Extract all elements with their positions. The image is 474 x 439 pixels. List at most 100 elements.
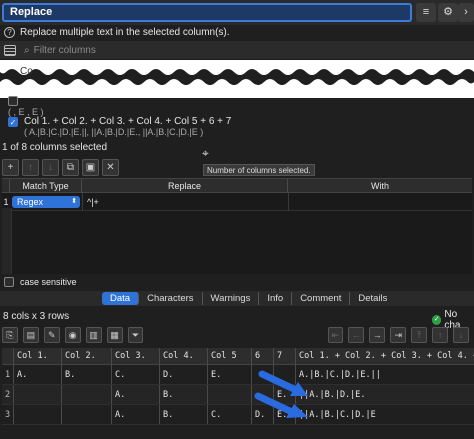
column-header[interactable]: Col 1. + Col 2. + Col 3. + Col 4. + Col … [296,348,474,364]
table-cell[interactable] [14,385,62,404]
paste-icon[interactable]: ▣ [82,158,99,176]
row-number: 2 [2,385,14,404]
column-header[interactable]: Col 5 [208,348,252,364]
tab-comment[interactable]: Comment [292,292,351,305]
selection-count-text: 1 of 8 columns selected [2,142,108,153]
table-row[interactable]: 2 A. B. E. ||A.|B.|D.|E. [2,385,474,405]
top-icon[interactable]: ⤒ [411,327,428,343]
table-cell[interactable] [208,385,252,404]
settings-button[interactable]: ⚙ [438,3,458,22]
tab-data[interactable]: Data [102,292,140,305]
table-cell[interactable] [62,385,112,404]
tab-characters[interactable]: Characters [139,292,203,305]
table-row[interactable]: 1 Regex ⬍ ^|+ [2,192,472,211]
table-size-text: 8 cols x 3 rows [3,310,70,322]
tab-info[interactable]: Info [259,292,293,305]
replace-header[interactable]: Replace [82,178,288,193]
case-sensitive-checkbox[interactable] [4,277,14,287]
delete-icon[interactable]: ✕ [102,158,119,176]
move-up-icon[interactable]: ↑ [22,158,39,176]
table-cell[interactable] [14,405,62,424]
column-checkbox-checked[interactable]: ✓ [8,116,18,127]
copy-icon[interactable]: ⎘ [2,327,18,343]
row-num-header [2,348,14,364]
data-grid-header: Col 1. Col 2. Col 3. Col 4. Col 5 6 7 Co… [2,348,474,365]
table-cell[interactable]: D. [160,365,208,384]
edit-icon[interactable]: ✎ [43,327,60,343]
table-cell[interactable]: A. [14,365,62,384]
up-icon[interactable]: ↑ [432,327,449,343]
down-icon[interactable]: ↓ [453,327,469,343]
with-input[interactable] [288,192,472,211]
table-row[interactable]: 1 A. B. C. D. E. A.|B.|C.|D.|E.|| [2,365,474,385]
column-label: Col 1. + Col 2. + Col 3. + Col 4. + Col … [24,116,232,127]
description-row: ? Replace multiple text in the selected … [0,24,474,40]
columns-icon[interactable]: ▥ [85,327,102,343]
eye-icon[interactable]: ◉ [64,327,81,343]
column-sub-label: ( A.|B.|C.|D.|E.||, ||A.|B.|D.|E., ||A.|… [24,127,204,137]
row-number: 3 [2,405,14,424]
table-cell[interactable]: ||A.|B.|D.|E. [296,385,474,404]
last-icon[interactable]: ⇥ [390,327,407,343]
funnel-icon[interactable]: ⏷ [127,327,144,343]
table-cell[interactable]: ||A.|B.|C.|D.|E [296,405,474,424]
data-grid: Col 1. Col 2. Col 3. Col 4. Col 5 6 7 Co… [2,348,474,439]
table-cell[interactable]: C. [208,405,252,424]
table-cell[interactable]: A.|B.|C.|D.|E.|| [296,365,474,384]
duplicate-icon[interactable]: ⧉ [62,158,79,176]
tab-bar: Data Characters Warnings Info Comment De… [0,291,474,306]
info-row: 8 cols x 3 rows [0,309,474,323]
row-num-header [2,178,10,193]
arrow-icon [254,392,308,418]
mouse-cursor-icon: ⌖ [202,146,209,160]
column-list-icon[interactable] [4,44,16,56]
column-header[interactable]: Col 1. [14,348,62,364]
selection-count: 1 of 8 columns selected [0,141,474,154]
table-cell[interactable] [62,405,112,424]
table-cell[interactable]: A. [112,405,160,424]
case-sensitive-row[interactable]: case sensitive [4,275,204,289]
table-icon[interactable]: ▦ [106,327,123,343]
table-row[interactable]: 3 A. B. C. D. E. ||A.|B.|C.|D.|E [2,405,474,425]
search-input[interactable]: Filter columns [34,45,96,56]
chevron-icon: › [464,6,468,18]
row-gutter [2,208,12,274]
match-type-cell: Regex ⬍ [10,195,82,208]
replace-table-header: Match Type Replace With [2,178,472,193]
column-header[interactable]: 7 [274,348,296,364]
table-cell[interactable]: A. [112,385,160,404]
column-header[interactable]: 6 [252,348,274,364]
help-icon[interactable]: ? [4,26,15,38]
next-icon[interactable]: → [369,327,386,343]
tab-warnings[interactable]: Warnings [203,292,260,305]
table-cell[interactable]: B. [62,365,112,384]
column-checkbox[interactable] [8,96,18,106]
filter-icon: ≡ [422,6,430,18]
add-icon[interactable]: + [2,158,19,176]
column-list-item-selected[interactable]: ✓ Col 1. + Col 2. + Col 3. + Col 4. + Co… [8,116,388,138]
with-header[interactable]: With [288,179,472,193]
table-cell[interactable]: B. [160,385,208,404]
table-cell[interactable]: E. [208,365,252,384]
column-header[interactable]: Col 4. [160,348,208,364]
first-icon[interactable]: ⇤ [327,327,344,343]
row-number: 1 [3,196,9,207]
filter-toggle-button[interactable]: ≡ [416,3,436,22]
column-header[interactable]: Col 3. [112,348,160,364]
column-list-item[interactable]: ( , E , E ) [8,96,308,117]
table-cell[interactable]: B. [160,405,208,424]
replace-input[interactable]: ^|+ [82,192,288,211]
column-header[interactable]: Col 2. [62,348,112,364]
match-type-select[interactable]: Regex ⬍ [12,195,80,208]
annotation-arrows [254,370,308,418]
match-type-header[interactable]: Match Type [10,178,82,193]
data-toolbar: ⎘ ▤ ✎ ◉ ▥ ▦ ⏷ ⇤ ← → ⇥ ⤒ ↑ ↓ [2,325,474,345]
title-field[interactable]: Replace [2,3,412,22]
move-down-icon[interactable]: ↓ [42,158,59,176]
tab-details[interactable]: Details [350,292,395,305]
case-sensitive-label: case sensitive [20,277,77,287]
paste-icon[interactable]: ▤ [22,327,39,343]
prev-icon[interactable]: ← [348,327,365,343]
more-button[interactable]: › [458,3,474,22]
table-cell[interactable]: C. [112,365,160,384]
